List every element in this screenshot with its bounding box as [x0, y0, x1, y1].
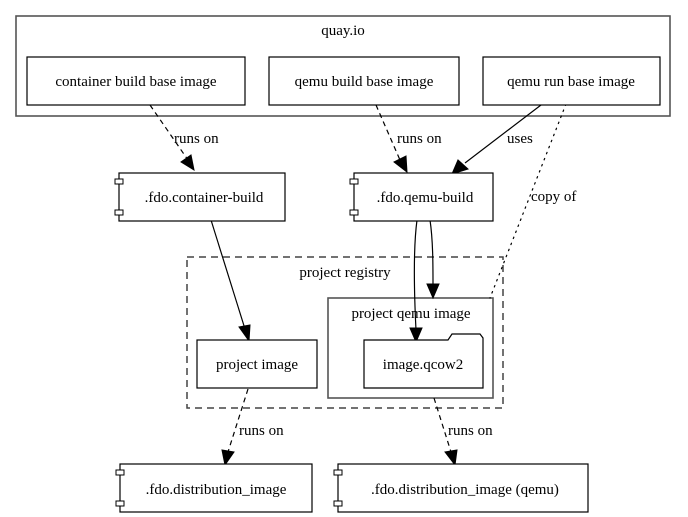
node-project-image[interactable]: project image [196, 339, 318, 389]
edges: runs on runs on uses copy of runs on run… [149, 103, 576, 467]
node-label: .fdo.container-build [145, 190, 264, 206]
node-label: .fdo.qemu-build [377, 190, 474, 206]
node-label: container build base image [55, 74, 217, 90]
edge-arrowhead [393, 155, 408, 174]
edge-label-runs-on: runs on [239, 423, 284, 439]
edge-arrowhead [180, 154, 195, 172]
edge-label-uses: uses [507, 131, 533, 147]
node-image-qcow2[interactable]: image.qcow2 [363, 333, 484, 389]
architecture-diagram: quay.io project registry project qemu im… [15, 15, 671, 513]
edge-arrowhead [221, 449, 235, 467]
node-fdo-qemu-build[interactable]: .fdo.qemu-build [349, 172, 494, 222]
edge-label-copy-of: copy of [531, 189, 576, 205]
node-label: image.qcow2 [383, 357, 463, 373]
node-fdo-container-build[interactable]: .fdo.container-build [114, 172, 286, 222]
edge-arrowhead [444, 449, 458, 467]
cluster-quay-io-label: quay.io [321, 23, 365, 39]
component-tab-icon [349, 178, 359, 185]
edge-arrowhead [238, 324, 251, 343]
cluster-project-registry-label: project registry [299, 265, 391, 281]
edge-container-build-to-project-image [210, 219, 246, 330]
node-label: qemu build base image [295, 74, 434, 90]
node-label: qemu run base image [507, 74, 635, 90]
node-container-build-base-image[interactable]: container build base image [26, 56, 246, 106]
edge-qemu-build-to-project-qemu-image [429, 219, 434, 286]
component-tab-icon [333, 500, 343, 507]
edge-label-runs-on: runs on [397, 131, 442, 147]
node-label: .fdo.distribution_image (qemu) [371, 482, 559, 498]
edge-arrowhead [426, 283, 440, 300]
node-fdo-distribution-image[interactable]: .fdo.distribution_image [115, 463, 313, 513]
component-tab-icon [114, 178, 124, 185]
component-tab-icon [114, 209, 124, 216]
edge-project-image-to-distribution-image [227, 388, 249, 453]
node-label: .fdo.distribution_image [146, 482, 287, 498]
edge-label-runs-on: runs on [448, 423, 493, 439]
component-tab-icon [115, 469, 125, 476]
component-tab-icon [333, 469, 343, 476]
node-qemu-run-base-image[interactable]: qemu run base image [482, 56, 661, 106]
node-label: project image [216, 357, 298, 373]
cluster-project-qemu-image-label: project qemu image [351, 306, 470, 322]
component-tab-icon [115, 500, 125, 507]
node-qemu-build-base-image[interactable]: qemu build base image [268, 56, 460, 106]
component-tab-icon [349, 209, 359, 216]
edge-label-runs-on: runs on [174, 131, 219, 147]
node-fdo-distribution-image-qemu[interactable]: .fdo.distribution_image (qemu) [333, 463, 589, 513]
